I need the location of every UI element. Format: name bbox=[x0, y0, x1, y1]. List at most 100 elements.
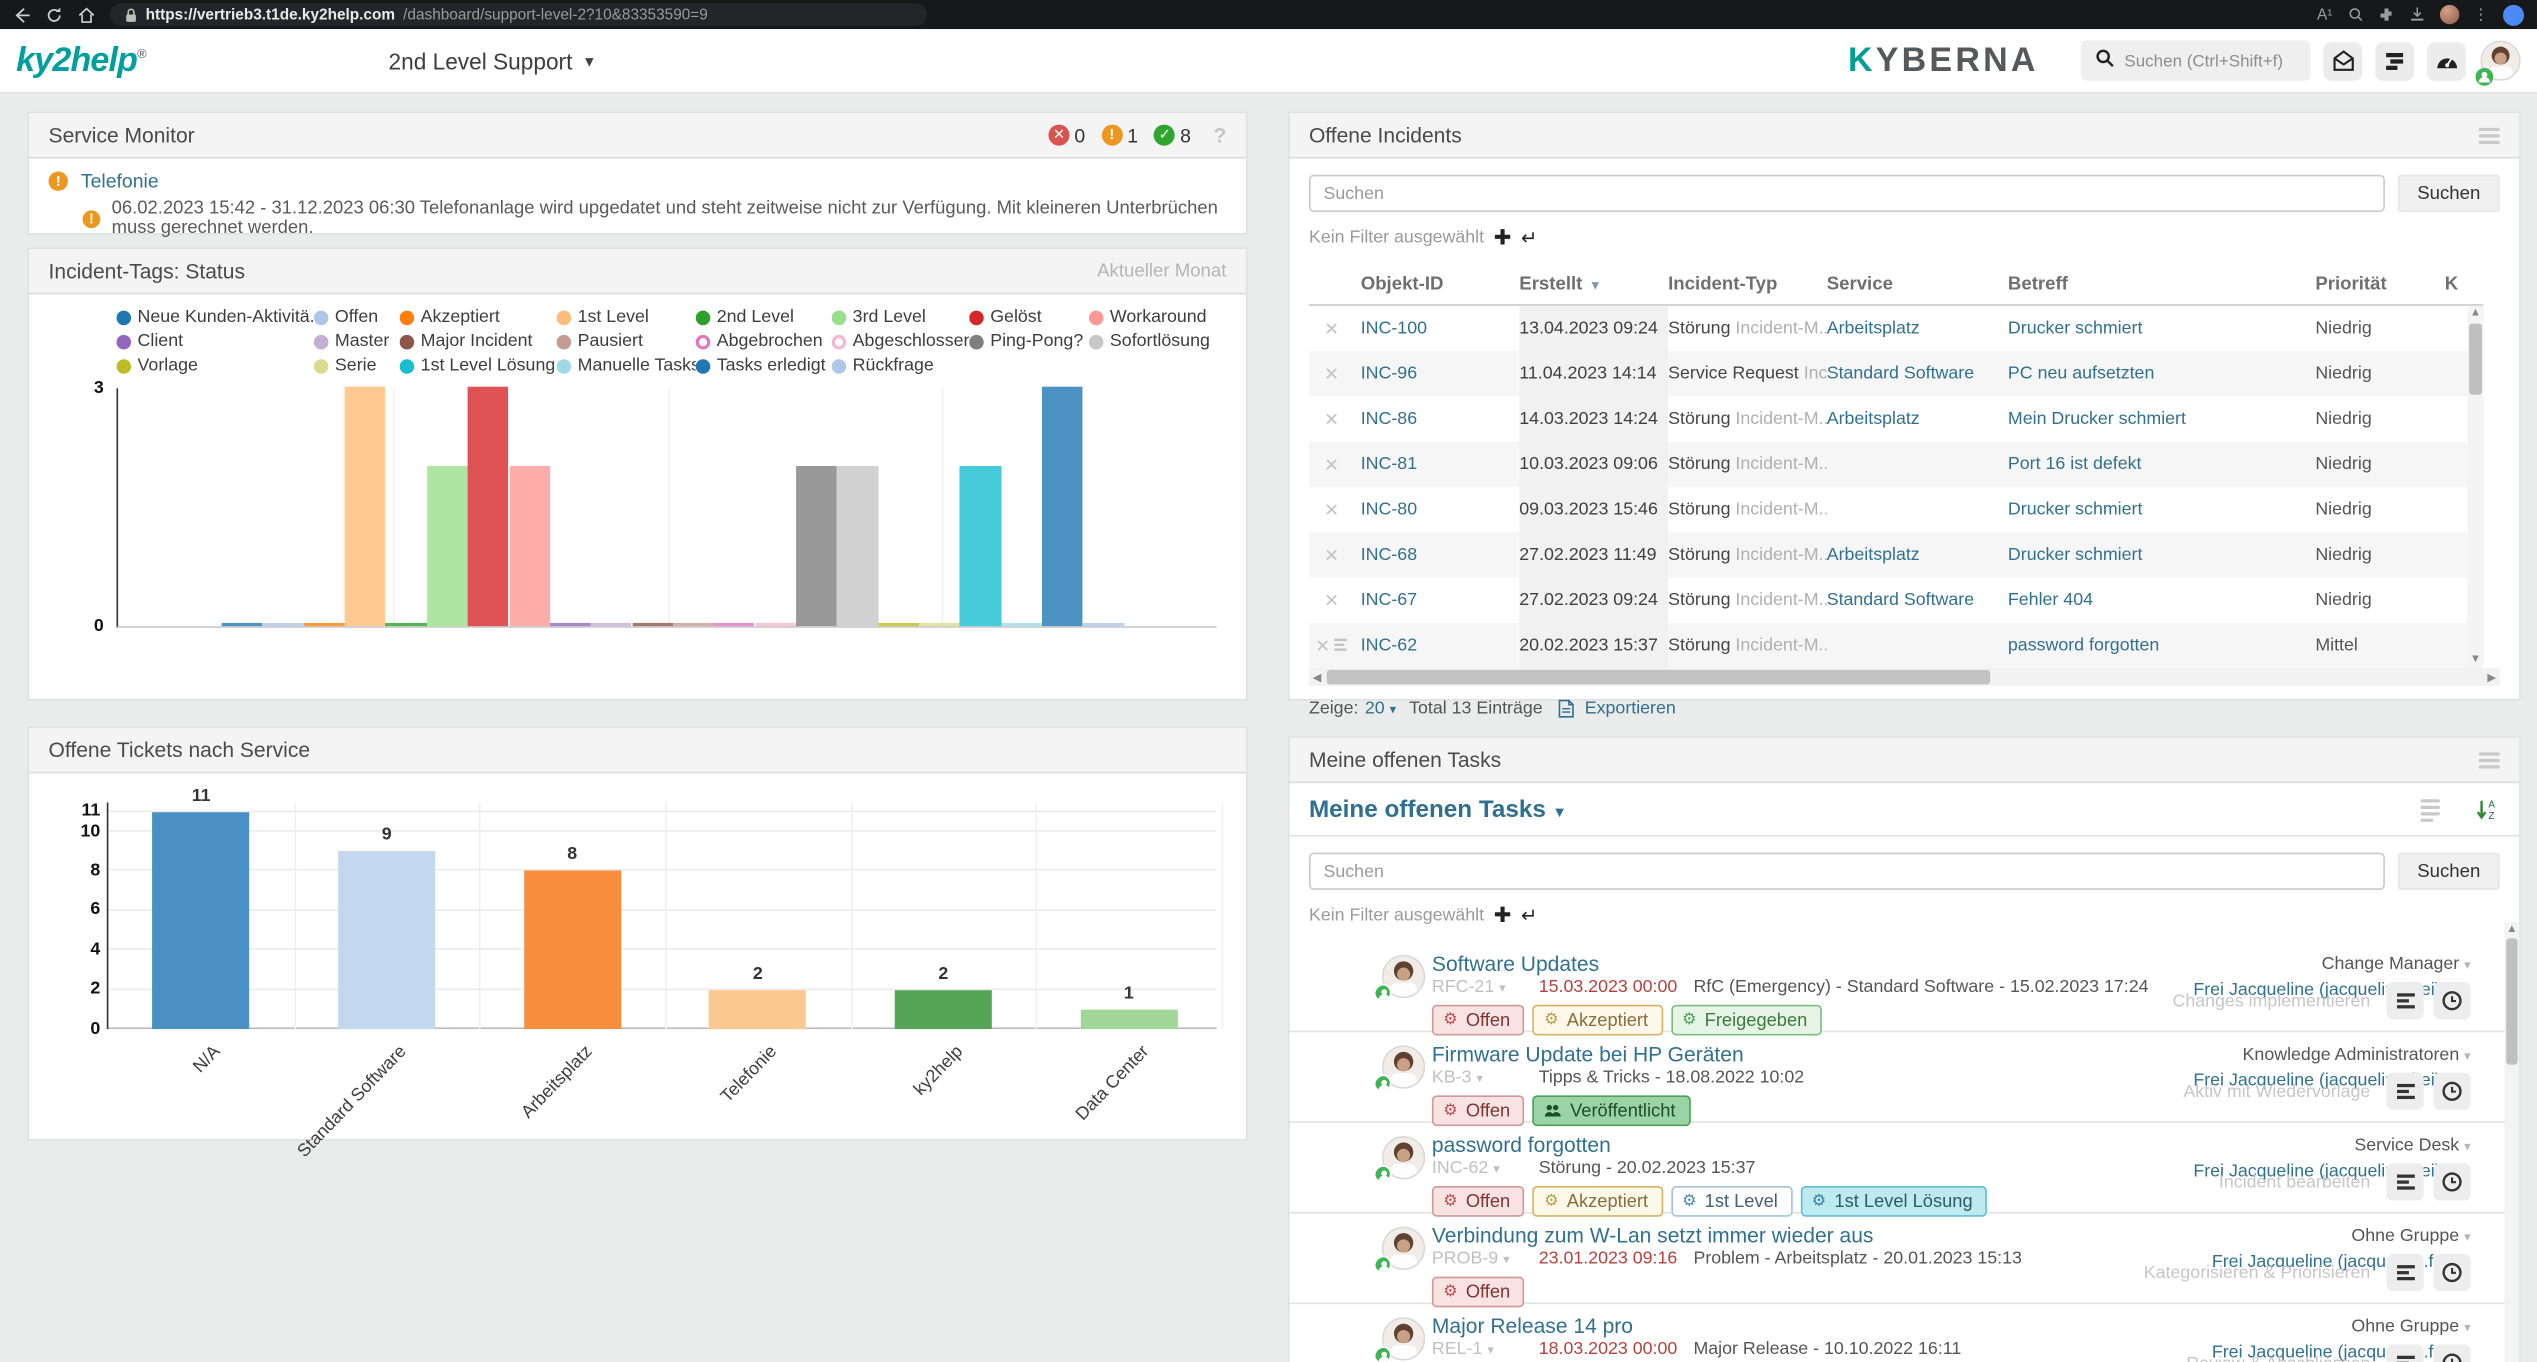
task-item[interactable]: Verbindung zum W-Lan setzt immer wieder … bbox=[1289, 1213, 2520, 1308]
status-tag[interactable]: Veröffentlicht bbox=[1532, 1095, 1691, 1127]
task-time-button[interactable] bbox=[2433, 1163, 2471, 1201]
task-menu-button[interactable] bbox=[2386, 1163, 2424, 1201]
task-item[interactable]: Major Release 14 pro REL-1 ▾ 18.03.2023 00… bbox=[1290, 1304, 2520, 1362]
close-icon[interactable]: ✕ bbox=[1324, 320, 1339, 339]
mail-button[interactable] bbox=[2323, 41, 2363, 81]
browser-search-icon[interactable] bbox=[2347, 6, 2363, 22]
bar[interactable] bbox=[262, 622, 304, 627]
table-row[interactable]: ✕ INC-80 09.03.2023 15:46 Störung Incident-… bbox=[1309, 487, 2484, 533]
subject-link[interactable]: PC neu aufsetzten bbox=[2008, 364, 2154, 383]
legend-item[interactable]: Tasks erledigt bbox=[695, 356, 832, 375]
bar[interactable] bbox=[221, 622, 263, 627]
subject-link[interactable]: Drucker schmiert bbox=[2008, 319, 2142, 338]
download-icon[interactable] bbox=[2408, 6, 2424, 22]
subject-link[interactable]: Fehler 404 bbox=[2008, 591, 2093, 610]
legend-item[interactable]: Ping-Pong? bbox=[969, 332, 1089, 351]
bar[interactable] bbox=[590, 622, 632, 627]
incident-id-link[interactable]: INC-80 bbox=[1361, 500, 1417, 519]
close-icon[interactable]: ✕ bbox=[1324, 501, 1339, 520]
notification-dot-icon[interactable] bbox=[2503, 4, 2525, 26]
task-time-button[interactable] bbox=[2433, 1072, 2471, 1110]
task-ref[interactable]: INC-62 ▾ bbox=[1432, 1158, 1539, 1177]
address-bar[interactable]: https://vertrieb3.t1de.ky2help.com/dashb… bbox=[110, 3, 928, 26]
status-tag[interactable]: ⚙ 1st Level bbox=[1670, 1185, 1793, 1217]
close-icon[interactable]: ✕ bbox=[1324, 365, 1339, 384]
legend-item[interactable]: Workaround bbox=[1088, 307, 1230, 327]
table-row[interactable]: ✕ INC-62 20.02.2023 15:37 Störung Incident-… bbox=[1308, 622, 2484, 669]
legend-item[interactable]: Pausiert bbox=[556, 332, 696, 351]
incident-id-link[interactable]: INC-68 bbox=[1361, 545, 1417, 564]
bar[interactable] bbox=[303, 622, 345, 627]
bar[interactable] bbox=[1083, 622, 1124, 627]
global-search[interactable] bbox=[2080, 40, 2311, 81]
column-header[interactable]: Incident-Typ bbox=[1668, 274, 1827, 293]
view-mode-icon[interactable] bbox=[2420, 798, 2440, 822]
subject-link[interactable]: Mein Drucker schmiert bbox=[2008, 409, 2186, 428]
column-header[interactable]: Erstellt ▼ bbox=[1519, 274, 1668, 293]
bar[interactable] bbox=[959, 466, 1001, 627]
apply-filter-icon[interactable]: ↵ bbox=[1521, 227, 1537, 250]
status-tag[interactable]: ⚙ Akzeptiert bbox=[1532, 1004, 1663, 1036]
incident-id-link[interactable]: INC-100 bbox=[1361, 319, 1427, 338]
legend-item[interactable]: Sofortlösung bbox=[1088, 332, 1230, 351]
service-link[interactable]: Arbeitsplatz bbox=[1827, 409, 1920, 428]
incident-id-link[interactable]: INC-96 bbox=[1361, 364, 1417, 383]
font-size-icon[interactable]: A¹ bbox=[2317, 6, 2332, 24]
bar[interactable] bbox=[523, 871, 621, 1030]
panel-menu-icon[interactable] bbox=[2478, 127, 2500, 144]
column-header[interactable]: K bbox=[2445, 274, 2484, 293]
bar[interactable] bbox=[508, 466, 550, 627]
task-ref[interactable]: KB-3 ▾ bbox=[1432, 1068, 1539, 1087]
service-link[interactable]: Arbeitsplatz bbox=[1827, 319, 1920, 338]
app-logo[interactable]: ky2help® bbox=[16, 41, 147, 80]
bar[interactable] bbox=[919, 622, 960, 627]
search-button[interactable]: Suchen bbox=[2397, 174, 2500, 212]
close-icon[interactable]: ✕ bbox=[1324, 591, 1339, 610]
task-group-selector[interactable]: Knowledge Administratoren ▾ bbox=[2193, 1044, 2471, 1070]
task-time-button[interactable] bbox=[2433, 982, 2471, 1020]
legend-item[interactable]: 3rd Level bbox=[831, 307, 970, 327]
column-header[interactable]: Priorität bbox=[2315, 274, 2444, 293]
task-title-link[interactable]: Verbindung zum W-Lan setzt immer wieder … bbox=[1432, 1223, 1874, 1247]
bar[interactable] bbox=[672, 622, 714, 627]
status-tag[interactable]: ⚙ Offen bbox=[1431, 1276, 1525, 1308]
search-input[interactable] bbox=[1308, 174, 2385, 212]
scroll-down-icon[interactable]: ▼ bbox=[2467, 652, 2483, 668]
column-header[interactable]: Betreff bbox=[2008, 274, 2315, 293]
search-input[interactable] bbox=[1308, 852, 2385, 890]
task-item[interactable]: password forgotten INC-62 ▾ Störung - 20.0… bbox=[1289, 1123, 2520, 1217]
status-tag[interactable]: ⚙ Offen bbox=[1431, 1185, 1525, 1217]
legend-item[interactable]: Serie bbox=[313, 356, 400, 375]
bar[interactable] bbox=[344, 386, 386, 627]
add-filter-icon[interactable]: ✚ bbox=[1494, 225, 1512, 251]
page-size-select[interactable]: 20 ▾ bbox=[1365, 699, 1396, 718]
table-row[interactable]: ✕ INC-81 10.03.2023 09:06 Störung Incident-… bbox=[1308, 441, 2484, 488]
bar[interactable] bbox=[1001, 622, 1042, 627]
bar[interactable] bbox=[713, 622, 755, 627]
bar[interactable] bbox=[631, 622, 673, 627]
scroll-right-icon[interactable]: ▶ bbox=[2484, 668, 2500, 686]
task-group-selector[interactable]: Ohne Gruppe ▾ bbox=[2212, 1225, 2470, 1251]
task-menu-button[interactable] bbox=[2386, 982, 2424, 1020]
incident-id-link[interactable]: INC-81 bbox=[1361, 455, 1417, 474]
global-search-input[interactable] bbox=[2124, 50, 2296, 71]
task-menu-button[interactable] bbox=[2386, 1072, 2424, 1110]
vertical-scrollbar[interactable]: ▲ ▼ bbox=[2467, 305, 2484, 669]
bar[interactable] bbox=[467, 386, 509, 627]
back-icon[interactable] bbox=[13, 6, 31, 24]
table-row[interactable]: ✕ INC-100 13.04.2023 09:24 Störung Incident… bbox=[1309, 305, 2484, 352]
legend-item[interactable]: Abgebrochen bbox=[695, 332, 832, 351]
status-tag[interactable]: ⚙ 1st Level Lösung bbox=[1800, 1185, 1988, 1217]
bar[interactable] bbox=[338, 851, 436, 1030]
incident-id-link[interactable]: INC-62 bbox=[1361, 636, 1417, 655]
task-menu-button[interactable] bbox=[2386, 1253, 2424, 1292]
add-filter-icon[interactable]: ✚ bbox=[1494, 903, 1512, 929]
task-ref[interactable]: PROB-9 ▾ bbox=[1432, 1249, 1539, 1268]
bar[interactable] bbox=[836, 466, 878, 627]
table-row[interactable]: ✕ INC-96 11.04.2023 14:14 Service Request I… bbox=[1308, 351, 2484, 397]
legend-item[interactable]: Abgeschlossen bbox=[831, 332, 969, 351]
export-link[interactable]: Exportieren bbox=[1585, 699, 1676, 718]
scroll-up-icon[interactable]: ▲ bbox=[2505, 922, 2520, 938]
task-item[interactable]: Firmware Update bei HP Geräten KB-3 ▾ Tipp… bbox=[1289, 1032, 2520, 1127]
legend-item[interactable]: Offen bbox=[313, 307, 400, 327]
